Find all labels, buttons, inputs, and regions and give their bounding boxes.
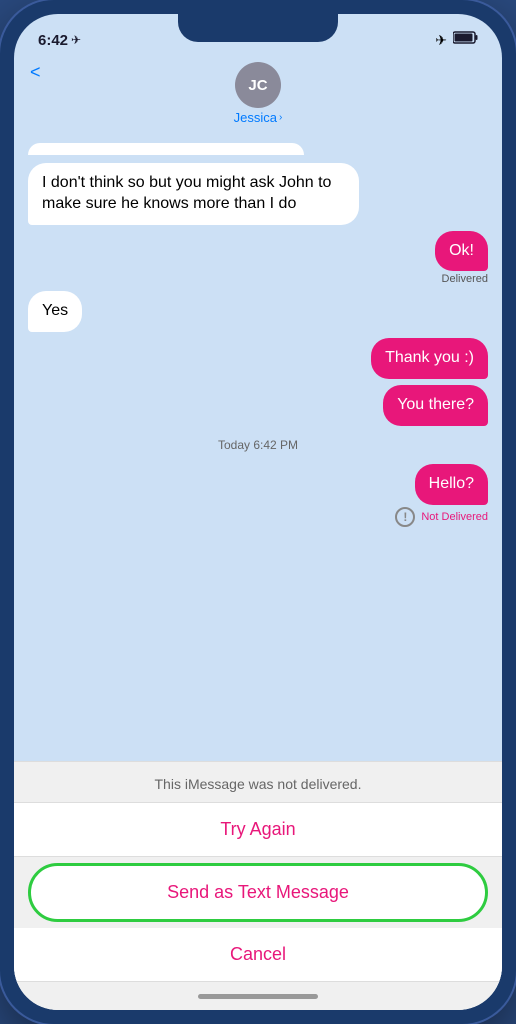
sent-bubble: You there? [383,385,488,426]
back-button[interactable]: < [30,62,41,83]
partial-bubble [28,143,304,155]
list-item [28,143,488,157]
not-delivered-status: Not Delivered [421,511,488,523]
action-notice: This iMessage was not delivered. [14,762,502,803]
list-item: Thank you :) [28,338,488,379]
avatar: JC [235,62,281,108]
phone-frame: 6:42 ✈ ✈ < JC Jessica › [0,0,516,1024]
phone-screen: 6:42 ✈ ✈ < JC Jessica › [14,14,502,1010]
airplane-icon: ✈ [435,32,447,49]
try-again-button[interactable]: Try Again [14,803,502,857]
received-bubble: Yes [28,291,82,332]
home-bar [198,994,318,999]
list-item: I don't think so but you might ask John … [28,163,488,225]
chat-header: < JC Jessica › [14,58,502,135]
sent-bubble: Thank you :) [371,338,488,379]
status-icons: ✈ [435,31,478,49]
list-item: Hello? ! Not Delivered [28,464,488,527]
location-arrow-icon: ✈ [71,33,81,47]
list-item: Yes [28,291,488,332]
sent-bubble: Ok! [435,231,488,272]
error-icon: ! [395,507,415,527]
battery-icon [453,31,478,49]
sent-bubble: Hello? [415,464,488,505]
messages-area: I don't think so but you might ask John … [14,135,502,761]
not-delivered-row: ! Not Delivered [395,507,488,527]
contact-name[interactable]: Jessica › [234,110,283,125]
status-time: 6:42 [38,32,68,49]
send-as-text-button[interactable]: Send as Text Message [28,863,488,922]
notch [178,14,338,42]
list-item: Ok! Delivered [28,231,488,286]
received-bubble: I don't think so but you might ask John … [28,163,359,225]
cancel-button[interactable]: Cancel [14,928,502,982]
action-sheet: This iMessage was not delivered. Try Aga… [14,761,502,1010]
timestamp: Today 6:42 PM [28,438,488,452]
list-item: You there? [28,385,488,426]
delivered-status: Delivered [442,273,488,285]
home-indicator [14,982,502,1010]
chevron-icon: › [279,112,282,123]
